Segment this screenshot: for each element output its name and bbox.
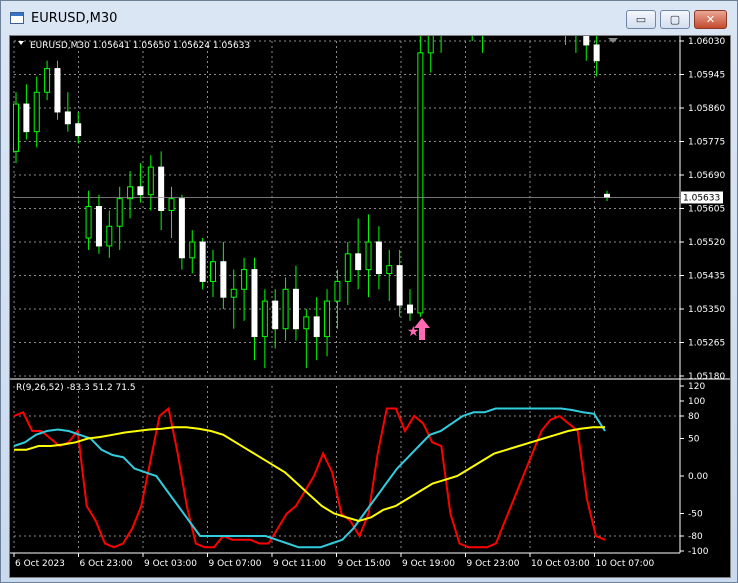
candle-body xyxy=(230,288,237,298)
candle-body xyxy=(241,269,248,290)
candle-body xyxy=(85,206,92,239)
close-button[interactable]: ✕ xyxy=(694,10,727,29)
window-title: EURUSD,M30 xyxy=(31,11,118,26)
candle-body xyxy=(178,198,185,259)
price-axis-label: 1.05350 xyxy=(688,305,725,315)
price-axis-label: 1.05605 xyxy=(688,205,725,215)
indicator-axis-label: 120 xyxy=(688,382,705,392)
x-axis-label: 9 Oct 15:00 xyxy=(338,559,391,569)
chart-window-icon xyxy=(10,12,24,24)
candle-body xyxy=(127,186,134,200)
chart-canvas[interactable]: ★ 1.060301.059451.058601.057751.056901.0… xyxy=(10,36,730,577)
candle-body xyxy=(199,241,206,282)
candle-body xyxy=(147,166,154,196)
price-axis-label: 1.06030 xyxy=(688,37,725,47)
candle-body xyxy=(23,103,30,133)
indicator-axis-label: 50 xyxy=(688,435,700,445)
candle-body xyxy=(344,253,351,282)
candle-body xyxy=(396,265,403,306)
x-axis-label: 6 Oct 2023 xyxy=(15,559,65,569)
x-axis-label: 9 Oct 07:00 xyxy=(209,559,262,569)
candle-body xyxy=(365,241,372,271)
candle-body xyxy=(386,265,393,275)
x-axis-label: 9 Oct 11:00 xyxy=(273,559,326,569)
x-axis-label: 10 Oct 07:00 xyxy=(596,559,655,569)
price-axis-label: 1.05860 xyxy=(688,104,725,114)
candle-body xyxy=(355,253,362,271)
indicator-series-line xyxy=(14,426,605,523)
indicator-axis-label: 0.00 xyxy=(688,472,708,482)
price-axis-label: 1.05265 xyxy=(688,339,725,349)
candle-body xyxy=(189,241,196,259)
candle-body xyxy=(375,241,382,275)
price-axis-label: 1.05520 xyxy=(688,238,725,248)
candle-body xyxy=(158,166,165,211)
candle-body xyxy=(282,288,289,330)
price-axis-label: 1.05945 xyxy=(688,71,725,81)
title-bar[interactable]: EURUSD,M30 ▭ ▢ ✕ xyxy=(1,1,737,35)
candle-body xyxy=(75,123,82,137)
price-header-label: EURUSD,M30 1.05641 1.05650 1.05624 1.056… xyxy=(30,41,250,51)
chart-window: EURUSD,M30 ▭ ▢ ✕ ★ 1.06030 1.05945 1.05860… xyxy=(0,0,738,583)
indicator-label: R(9,26,52) -83.3 51.2 71.5 xyxy=(16,383,136,393)
candle-body xyxy=(303,316,310,330)
candle-body xyxy=(220,261,227,298)
minimize-button[interactable]: ▭ xyxy=(626,10,656,29)
indicator-axis-label: 80 xyxy=(688,412,700,422)
indicator-series-line xyxy=(13,406,606,549)
candle-body xyxy=(407,304,413,314)
maximize-button[interactable]: ▢ xyxy=(660,10,690,29)
candle-body xyxy=(116,198,123,227)
candle-body xyxy=(272,300,279,330)
candle-body xyxy=(210,261,216,282)
candle-body xyxy=(292,288,299,330)
x-axis-label: 9 Oct 19:00 xyxy=(402,559,455,569)
price-axis-label: 1.05435 xyxy=(688,272,725,282)
indicator-axis-label: -50 xyxy=(688,510,703,520)
indicator-axis-label: -80 xyxy=(688,532,703,542)
indicator-axis-label: -100 xyxy=(688,547,709,557)
current-price-label: 1.05633 xyxy=(683,193,720,203)
candle-body xyxy=(593,44,600,62)
candle-body xyxy=(64,111,71,125)
indicator-series-line xyxy=(13,407,606,549)
candle-body xyxy=(251,269,258,338)
chart-grid xyxy=(13,40,680,551)
price-candles: ★ xyxy=(13,36,680,369)
candle-body xyxy=(427,36,434,54)
candle-body xyxy=(583,36,590,46)
candle-body xyxy=(324,300,331,338)
candle-body xyxy=(54,68,61,113)
candle-body xyxy=(604,193,610,198)
price-axis-label: 1.05690 xyxy=(688,171,725,181)
candle-body xyxy=(168,198,175,211)
x-axis-label: 9 Oct 03:00 xyxy=(144,559,197,569)
x-axis-label: 10 Oct 03:00 xyxy=(531,559,590,569)
indicator-lines xyxy=(13,406,606,549)
candle-body xyxy=(33,91,40,133)
candle-body xyxy=(44,68,51,93)
header-dropdown-icon xyxy=(18,41,24,45)
axes: 1.06030 1.05945 1.05860 1.05775 1.05690 1.056… xyxy=(10,36,730,569)
star-signal-icon: ★ xyxy=(407,324,420,340)
candle-body xyxy=(95,206,102,247)
candle-body xyxy=(334,280,341,302)
candle-body xyxy=(13,103,19,152)
indicator-axis-label: 100 xyxy=(688,397,705,407)
price-axis-label: 1.05775 xyxy=(688,138,725,148)
candle-body xyxy=(106,225,113,247)
price-axis-label: 1.05180 xyxy=(688,372,725,382)
candle-body xyxy=(261,300,268,338)
chart-area[interactable]: ★ 1.06030 1.05945 1.05860 1.05775 1.05690 1.0… xyxy=(9,35,731,578)
x-axis-label: 6 Oct 23:00 xyxy=(80,559,133,569)
candle-body xyxy=(417,52,424,314)
candle-body xyxy=(313,316,320,338)
candle-body xyxy=(137,186,144,196)
x-axis-label: 9 Oct 23:00 xyxy=(467,559,520,569)
